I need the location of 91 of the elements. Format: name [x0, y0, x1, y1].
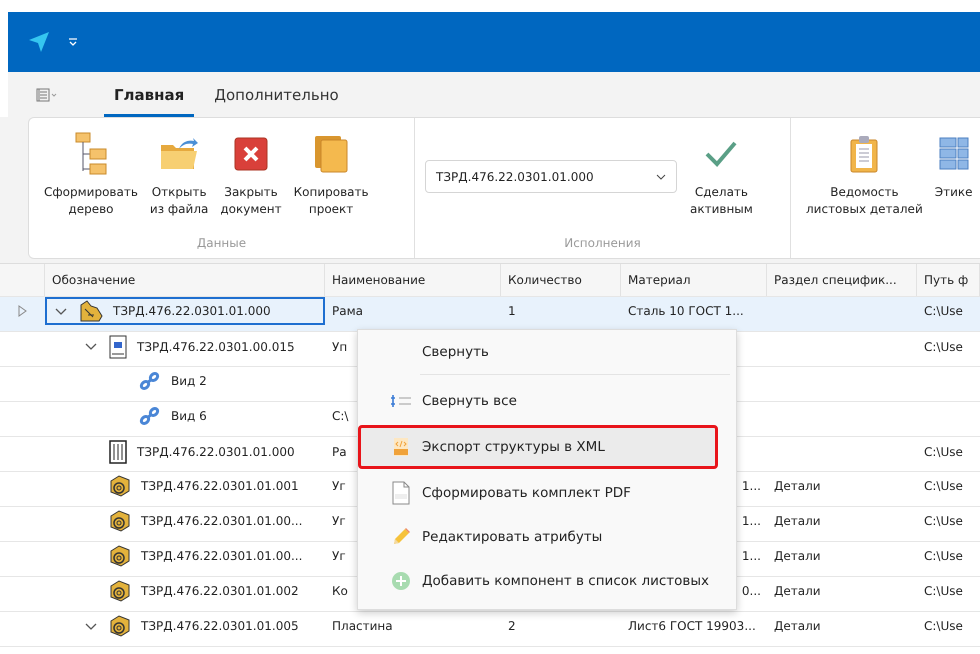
- designation-text: ТЗРД.476.22.0301.01.00...: [141, 514, 302, 528]
- cube-part-icon: [109, 615, 131, 637]
- table-cell: Детали: [774, 584, 821, 598]
- chain-link-icon: [139, 370, 161, 390]
- designation-text: ТЗРД.476.22.0301.01.002: [141, 584, 299, 598]
- column-header[interactable]: Раздел специфик...: [767, 264, 917, 296]
- ribbon-button[interactable]: Этике: [930, 130, 978, 203]
- table-cell: Лист6 ГОСТ 19903...: [628, 619, 756, 633]
- paper-plane-icon: [28, 31, 50, 53]
- table-cell: C:\Use: [924, 514, 963, 528]
- column-header[interactable]: Обозначение: [45, 264, 325, 296]
- table-cell: Детали: [774, 514, 821, 528]
- collapse-list-icon: [390, 394, 412, 408]
- table-cell: Рама: [332, 304, 363, 318]
- column-header[interactable]: Наименование: [325, 264, 501, 296]
- chevron-down-icon: [656, 174, 666, 180]
- table-cell: C:\Use: [924, 304, 963, 318]
- table-cell: C:\Use: [924, 479, 963, 493]
- folder-arrow-icon: [159, 137, 200, 171]
- plus-circle-icon: [391, 571, 411, 591]
- table-cell: Детали: [774, 479, 821, 493]
- group-label: Данные: [196, 236, 248, 252]
- document-list-icon: [109, 440, 127, 464]
- group-label: Исполнения: [563, 236, 642, 252]
- designation-text: Вид 6: [171, 408, 207, 422]
- table-cell: C:\Use: [924, 549, 963, 563]
- tree-structure-icon: [74, 132, 108, 176]
- ribbon-button[interactable]: Ведомость листовых деталей: [801, 130, 928, 220]
- designation-text: ТЗРД.476.22.0301.01.00...: [141, 549, 302, 563]
- designation-text: ТЗРД.476.22.0301.01.001: [141, 479, 299, 493]
- table-cell: Уп: [332, 340, 348, 354]
- cube-part-icon: [109, 510, 131, 532]
- table-cell: C:\Use: [924, 340, 963, 354]
- cube-part-icon: [109, 580, 131, 602]
- table-cell: 1...: [742, 479, 761, 493]
- table-cell: C:\: [332, 408, 348, 422]
- table-cell: 0...: [742, 584, 761, 598]
- designation-text: ТЗРД.476.22.0301.01.005: [141, 619, 299, 633]
- table-cell: Ра: [332, 444, 347, 458]
- xml-file-icon: [392, 437, 410, 457]
- table-cell: Уг: [332, 549, 346, 563]
- ribbon-tab[interactable]: Дополнительно: [204, 72, 349, 117]
- table-cell: C:\Use: [924, 444, 963, 458]
- table-cell: 1...: [742, 549, 761, 563]
- table-grid-icon: [938, 137, 969, 171]
- drawing-sheet-icon: [109, 334, 127, 358]
- checkmark-icon: [704, 140, 738, 168]
- designation-text: ТЗРД.476.22.0301.01.000: [113, 304, 271, 318]
- clipboard-icon: [849, 135, 880, 173]
- table-cell: 1...: [742, 514, 761, 528]
- tree-row[interactable]: ТЗРД.476.22.0301.01.000 Рама 1 Сталь 10 ГОСТ 1... C:\Use: [0, 297, 980, 332]
- quick-access-dropdown-icon[interactable]: [68, 37, 78, 47]
- menu-item[interactable]: Экспорт структуры в XML: [358, 425, 718, 469]
- chevron-down-icon[interactable]: [55, 308, 67, 314]
- chevron-down-icon[interactable]: [85, 622, 97, 630]
- designation-text: Вид 2: [171, 374, 207, 388]
- table-cell: 1: [508, 304, 516, 318]
- ribbon-button[interactable]: Копировать проект: [288, 130, 374, 220]
- table-cell: Детали: [774, 549, 821, 563]
- chain-link-icon: [139, 406, 161, 426]
- table-cell: C:\Use: [924, 584, 963, 598]
- row-pointer-icon: [18, 305, 27, 317]
- tree-row[interactable]: ТЗРД.476.22.0301.01.005 Пластина 2 Лист6 ГОСТ 19903... Детали C:\Use: [0, 612, 980, 647]
- column-header[interactable]: Материал: [621, 264, 767, 296]
- designation-text: ТЗРД.476.22.0301.00.015: [137, 340, 295, 354]
- ribbon-button[interactable]: Открыть из файла: [144, 130, 214, 220]
- table-cell: Уг: [332, 479, 346, 493]
- stacked-books-icon: [313, 135, 350, 173]
- table-cell: 2: [508, 619, 516, 633]
- menu-item[interactable]: Свернуть: [358, 334, 730, 370]
- cube-part-icon: [109, 475, 131, 497]
- table-cell: Сталь 10 ГОСТ 1...: [628, 304, 744, 318]
- pdf-file-icon: [391, 481, 411, 505]
- assembly-icon: [79, 300, 103, 322]
- ribbon-button[interactable]: Сформировать дерево: [39, 130, 143, 220]
- table-cell: C:\Use: [924, 619, 963, 633]
- table-cell: Ко: [332, 584, 348, 598]
- chevron-down-icon[interactable]: [85, 343, 97, 350]
- table-cell: Уг: [332, 514, 346, 528]
- column-header[interactable]: Путь ф: [917, 264, 980, 296]
- designation-text: ТЗРД.476.22.0301.01.000: [137, 444, 295, 458]
- ribbon-button[interactable]: Закрыть документ: [215, 130, 287, 220]
- table-cell: Пластина: [332, 619, 393, 633]
- ribbon-button[interactable]: Сделать активным: [685, 130, 758, 220]
- variant-dropdown[interactable]: ТЗРД.476.22.0301.01.000: [425, 160, 677, 193]
- cube-part-icon: [109, 545, 131, 567]
- column-header[interactable]: Количество: [501, 264, 621, 296]
- close-icon: [234, 137, 268, 171]
- table-cell: Детали: [774, 619, 821, 633]
- pencil-icon: [391, 527, 411, 547]
- list-menu-icon[interactable]: [36, 88, 58, 102]
